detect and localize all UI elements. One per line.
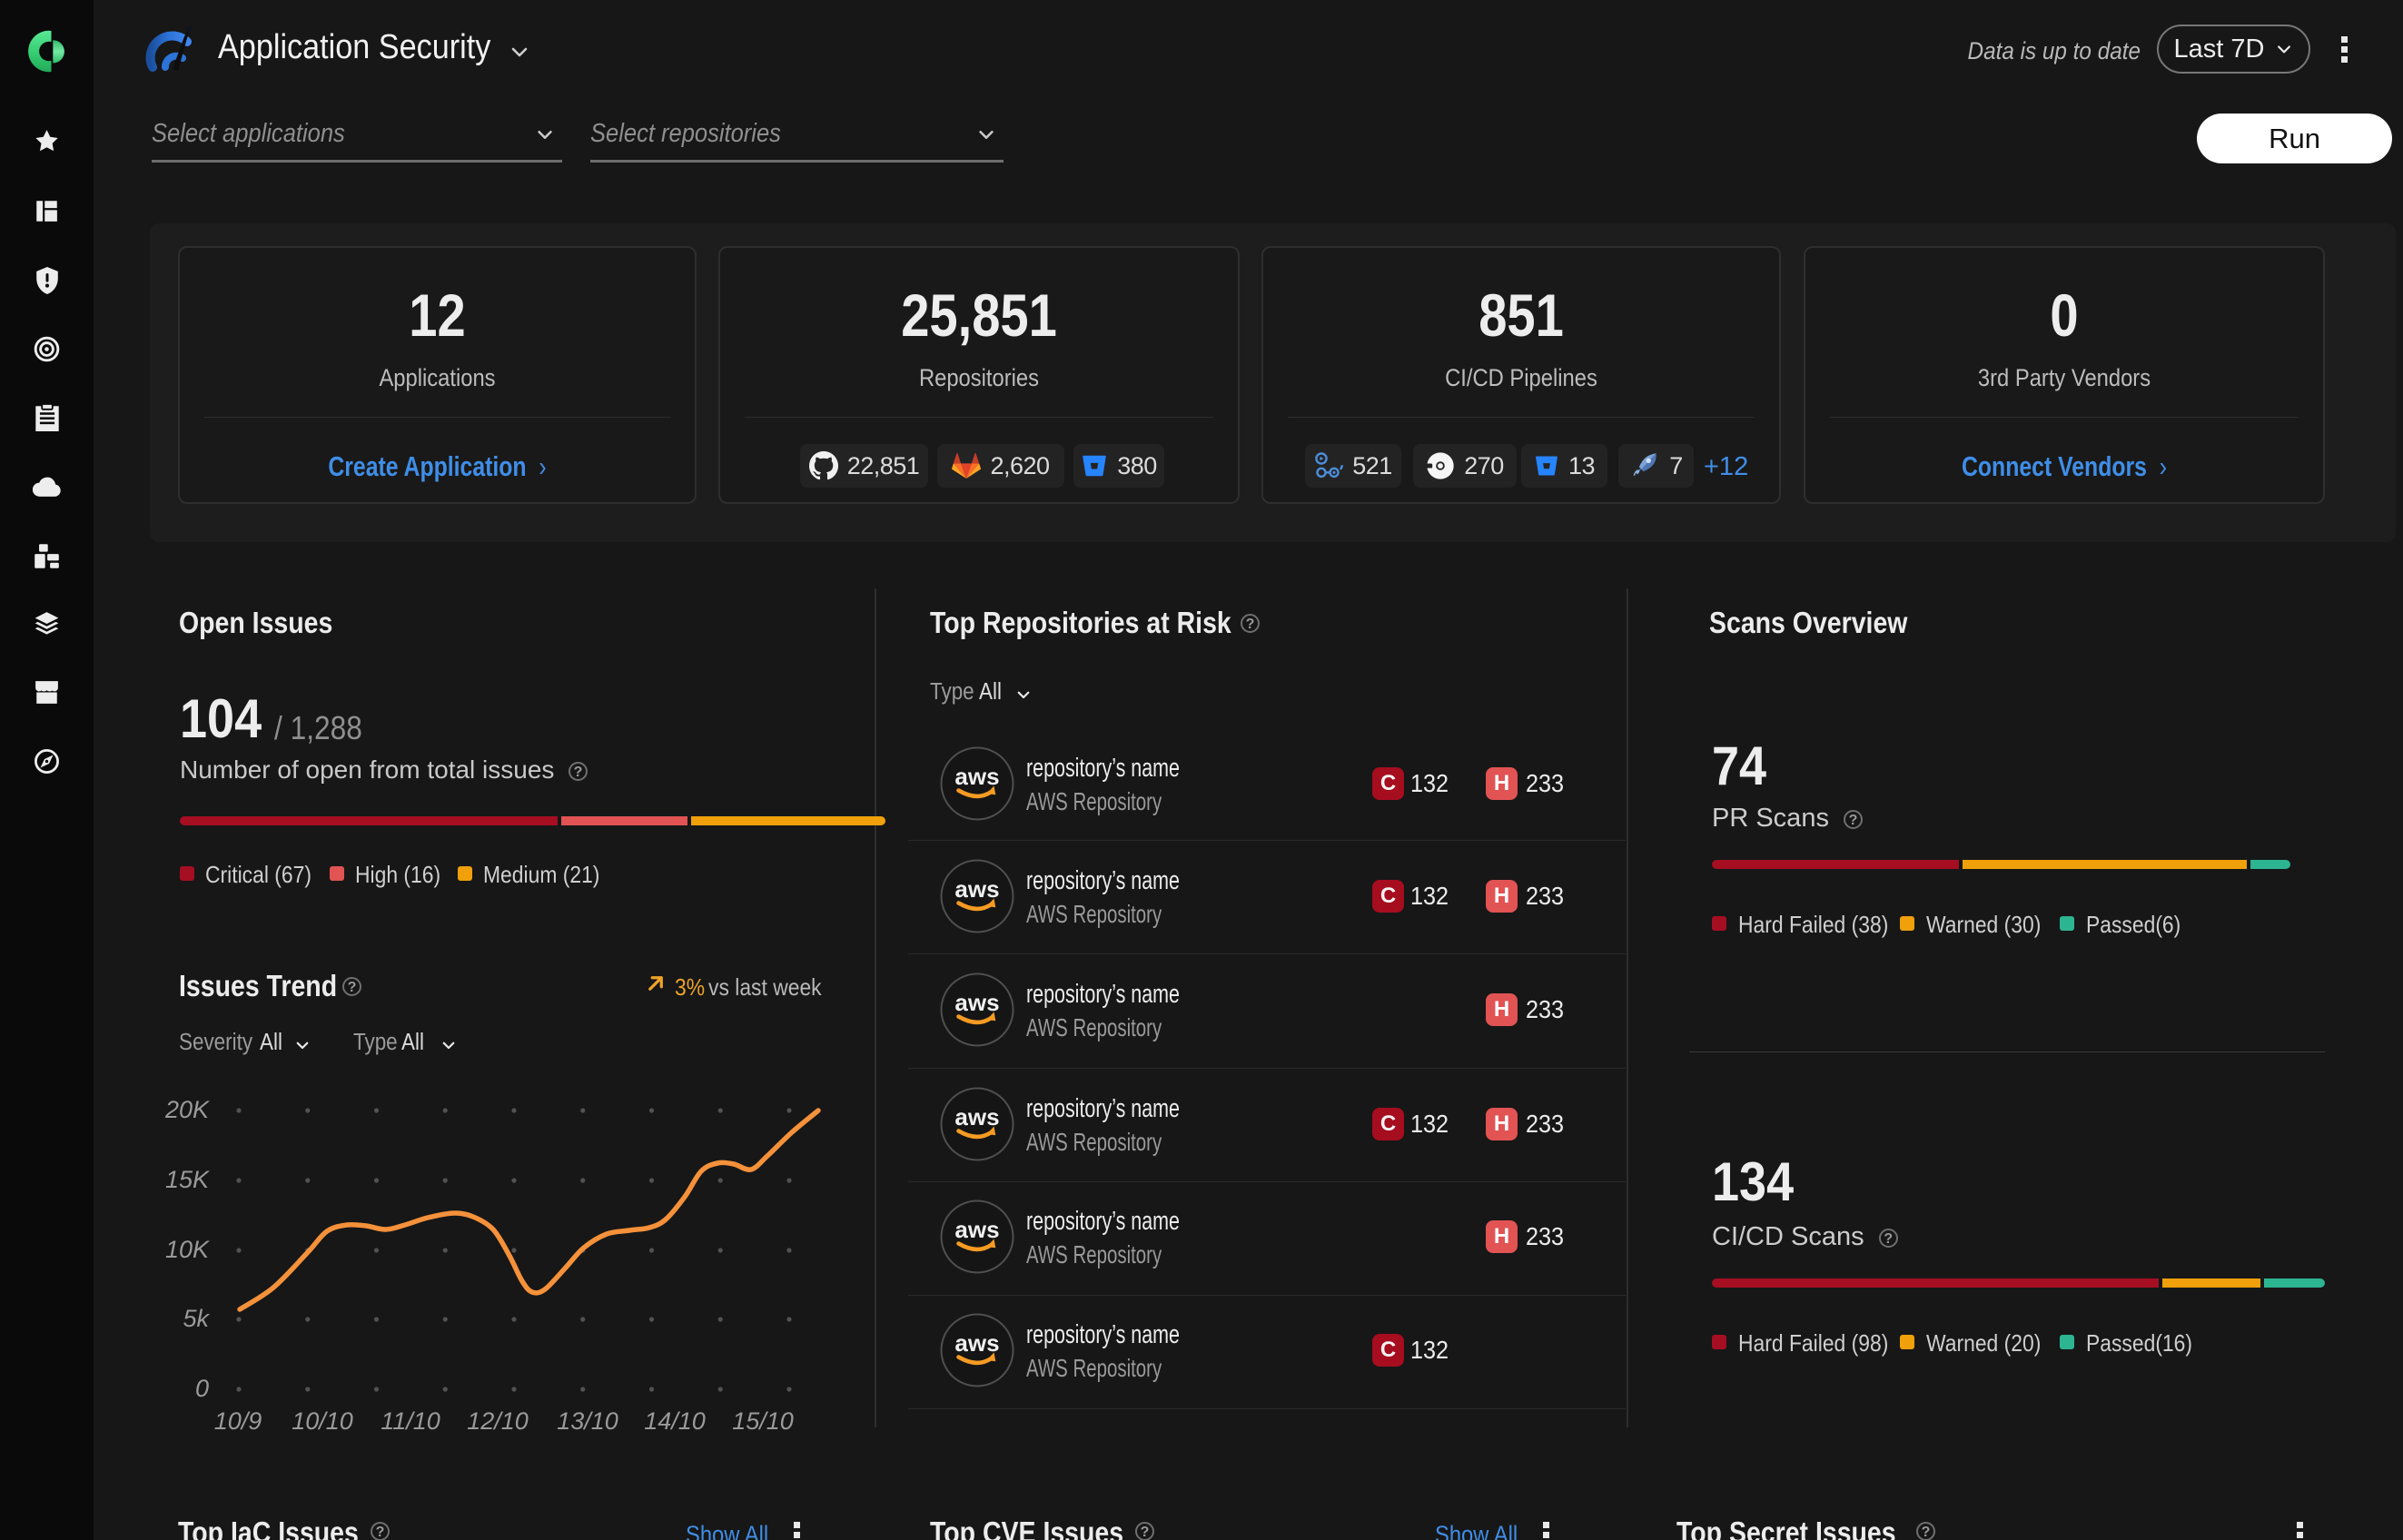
svg-text:aws: aws — [954, 763, 999, 790]
svg-text:aws: aws — [954, 1329, 999, 1357]
svg-text:aws: aws — [954, 1216, 999, 1243]
svg-text:aws: aws — [954, 875, 999, 903]
svg-text:aws: aws — [954, 1103, 999, 1130]
svg-text:aws: aws — [954, 989, 999, 1016]
